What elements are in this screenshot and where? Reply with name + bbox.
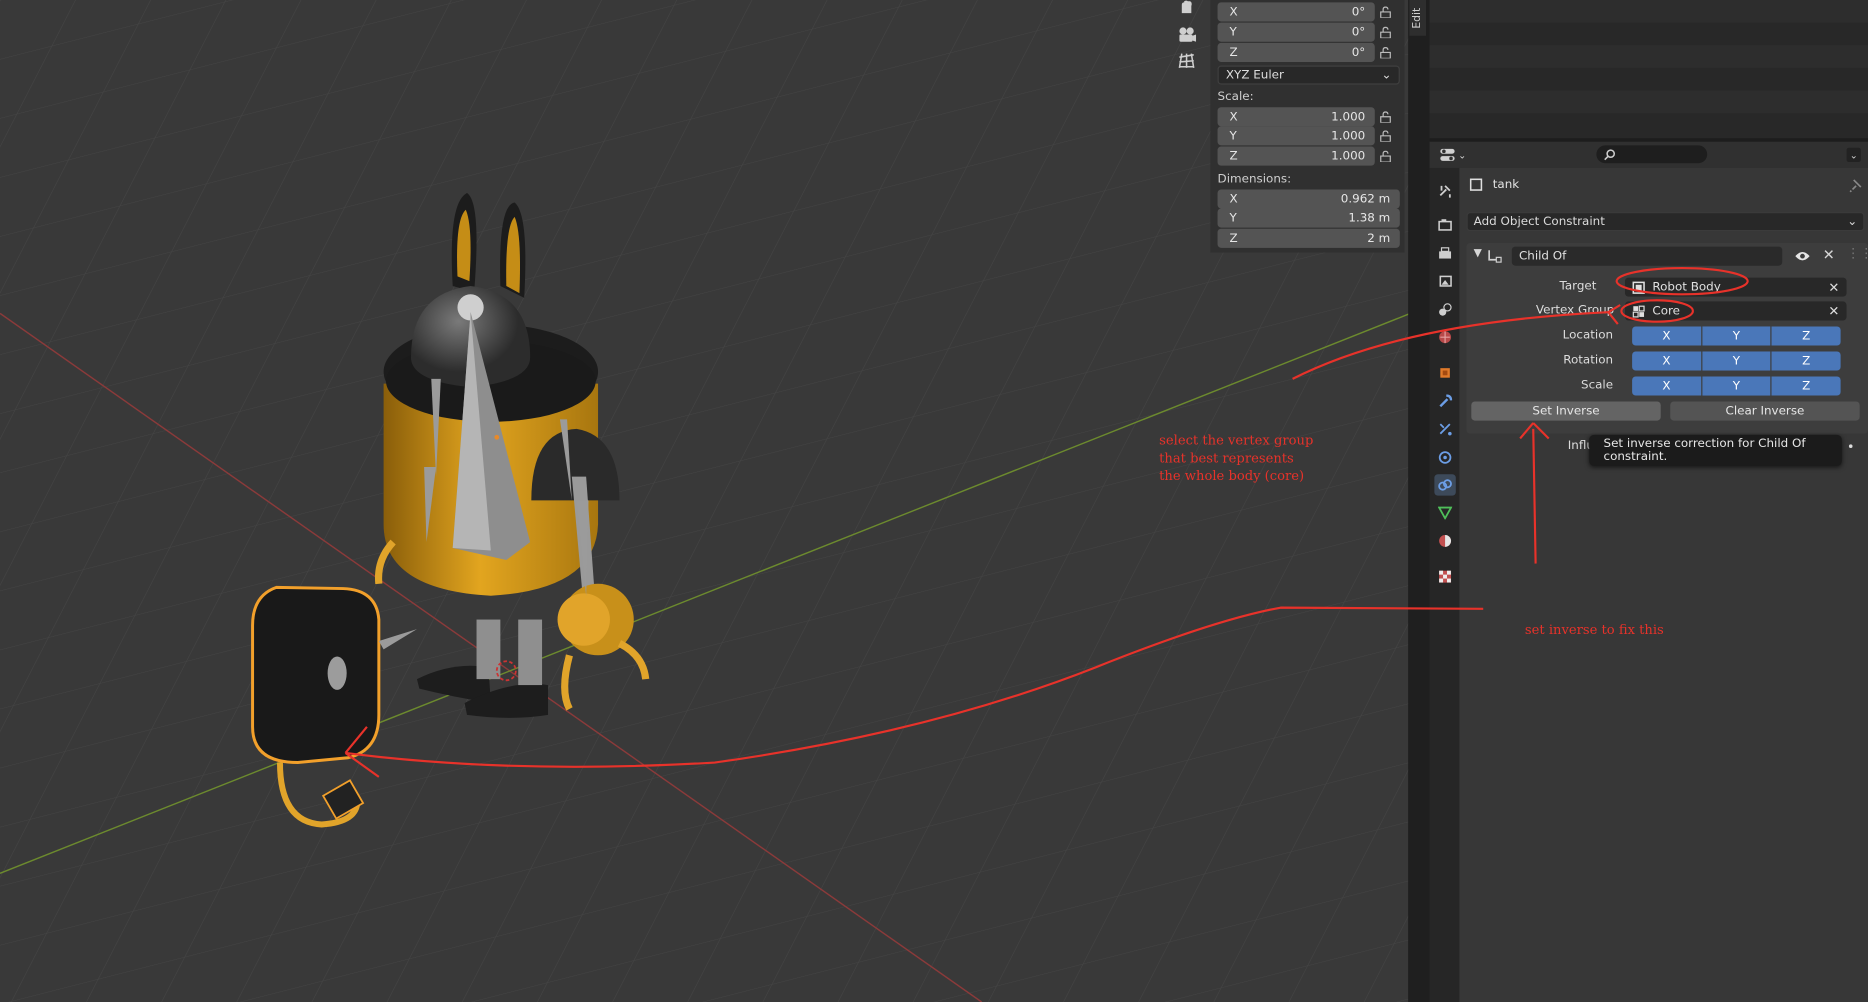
hand-pan-icon[interactable] bbox=[1175, 0, 1199, 14]
sidebar-tab-edit[interactable]: Edit bbox=[1409, 0, 1427, 36]
outliner-row[interactable] bbox=[1429, 0, 1868, 23]
object-icon bbox=[1632, 281, 1645, 294]
rotation-label: Rotation bbox=[1563, 353, 1614, 367]
rotation-x-toggle[interactable]: X bbox=[1632, 351, 1701, 371]
outliner-row[interactable] bbox=[1429, 45, 1868, 68]
drag-handle-icon[interactable]: ⋮⋮ bbox=[1847, 245, 1868, 260]
viewport-scene bbox=[0, 0, 1411, 1002]
location-x-toggle[interactable]: X bbox=[1632, 326, 1701, 346]
scale-axes: X Y Z bbox=[1632, 376, 1841, 396]
editor-type-button[interactable]: ⌄ bbox=[1439, 145, 1468, 164]
location-label: Location bbox=[1562, 328, 1614, 342]
close-icon[interactable]: ✕ bbox=[1823, 247, 1835, 264]
rotation-axes: X Y Z bbox=[1632, 351, 1841, 371]
render-icon[interactable] bbox=[1434, 214, 1455, 235]
set-inverse-tooltip: Set inverse correction for Child Of cons… bbox=[1589, 434, 1842, 466]
object-name: tank bbox=[1492, 178, 1520, 192]
texture-icon[interactable] bbox=[1434, 566, 1455, 587]
world-icon[interactable] bbox=[1434, 326, 1455, 347]
outliner[interactable] bbox=[1429, 0, 1868, 142]
3d-viewport[interactable]: X 0° Y 0° Z 0° XYZ Euler ⌄ Scale: X 1.000 Y 1.… bbox=[0, 0, 1411, 1002]
dimension-y-field[interactable]: Y 1.38 m bbox=[1217, 208, 1400, 228]
sidebar-tab-strip bbox=[1408, 0, 1430, 1002]
data-icon[interactable] bbox=[1434, 502, 1455, 523]
properties-editor-icon bbox=[1440, 148, 1455, 161]
scale-x-field[interactable]: X 1.000 bbox=[1217, 107, 1375, 127]
rotation-mode-dropdown[interactable]: XYZ Euler ⌄ bbox=[1217, 65, 1400, 85]
view-layer-icon[interactable] bbox=[1434, 270, 1455, 291]
lock-icon[interactable] bbox=[1376, 43, 1395, 62]
properties-tabs bbox=[1429, 167, 1460, 1002]
target-field[interactable]: Robot Body ✕ bbox=[1624, 277, 1847, 297]
properties-search-input[interactable] bbox=[1596, 145, 1708, 164]
vertex-group-label: Vertex Group bbox=[1535, 303, 1615, 317]
dimensions-label: Dimensions: bbox=[1217, 172, 1292, 186]
pin-icon[interactable] bbox=[1849, 179, 1863, 198]
scale-label: Scale: bbox=[1217, 90, 1254, 104]
rotation-x-field[interactable]: X 0° bbox=[1217, 2, 1375, 22]
viewport-navigation-gizmo bbox=[1175, 0, 1199, 74]
transform-panel: X 0° Y 0° Z 0° XYZ Euler ⌄ Scale: X 1.000 Y 1.… bbox=[1210, 0, 1405, 253]
scale-y-toggle[interactable]: Y bbox=[1702, 376, 1771, 396]
chevron-down-icon: ⌄ bbox=[1847, 215, 1858, 229]
vertex-group-icon bbox=[1632, 305, 1645, 317]
outliner-row[interactable] bbox=[1429, 90, 1868, 114]
rotation-z-field[interactable]: Z 0° bbox=[1217, 42, 1375, 62]
lock-icon[interactable] bbox=[1376, 107, 1395, 126]
scale-label: Scale bbox=[1581, 378, 1614, 392]
lock-icon[interactable] bbox=[1376, 2, 1395, 21]
clear-vertex-group-icon[interactable]: ✕ bbox=[1828, 303, 1839, 318]
search-icon bbox=[1604, 148, 1616, 160]
clear-inverse-button[interactable]: Clear Inverse bbox=[1670, 401, 1860, 421]
scale-z-field[interactable]: Z 1.000 bbox=[1217, 146, 1375, 166]
dimension-x-field[interactable]: X 0.962 m bbox=[1217, 189, 1400, 209]
constraint-icon[interactable] bbox=[1434, 474, 1456, 496]
object-icon[interactable] bbox=[1434, 362, 1455, 383]
chevron-down-icon: ⌄ bbox=[1458, 149, 1467, 161]
rotation-z-toggle[interactable]: Z bbox=[1771, 351, 1841, 371]
constraint-header: ▼ Child Of ✕ ⋮⋮ bbox=[1467, 243, 1868, 269]
chevron-down-icon: ⌄ bbox=[1381, 68, 1392, 82]
camera-view-icon[interactable] bbox=[1175, 21, 1199, 47]
scene-icon[interactable] bbox=[1434, 299, 1455, 320]
tool-icon[interactable] bbox=[1434, 180, 1455, 201]
physics-icon[interactable] bbox=[1434, 447, 1455, 468]
grid-ortho-icon[interactable] bbox=[1175, 48, 1199, 74]
location-axes: X Y Z bbox=[1632, 326, 1841, 346]
object-name-line: tank bbox=[1469, 178, 1519, 192]
scale-z-toggle[interactable]: Z bbox=[1771, 376, 1841, 396]
scale-x-toggle[interactable]: X bbox=[1632, 376, 1701, 396]
lock-icon[interactable] bbox=[1376, 23, 1395, 42]
object-icon bbox=[1469, 178, 1483, 191]
properties-header: ⌄ ⌄ bbox=[1429, 141, 1868, 168]
add-object-constraint-dropdown[interactable]: Add Object Constraint ⌄ bbox=[1466, 212, 1865, 232]
set-inverse-button[interactable]: Set Inverse bbox=[1471, 401, 1661, 421]
material-icon[interactable] bbox=[1434, 530, 1455, 551]
rotation-y-field[interactable]: Y 0° bbox=[1217, 22, 1375, 42]
lock-icon[interactable] bbox=[1376, 147, 1395, 166]
collapse-triangle-icon[interactable]: ▼ bbox=[1474, 248, 1482, 260]
blender-window: X 0° Y 0° Z 0° XYZ Euler ⌄ Scale: X 1.000 Y 1.… bbox=[0, 0, 1868, 1002]
scale-y-field[interactable]: Y 1.000 bbox=[1217, 126, 1375, 146]
child-of-icon bbox=[1488, 250, 1502, 263]
properties-panel: tank Add Object Constraint ⌄ ▼ Child Of … bbox=[1459, 167, 1868, 1002]
particles-icon[interactable] bbox=[1434, 418, 1455, 439]
annotation-set-inverse-note: set inverse to fix this bbox=[1524, 621, 1664, 638]
eye-icon[interactable] bbox=[1794, 250, 1811, 262]
annotation-vertex-group-note: select the vertex group that best repres… bbox=[1159, 432, 1314, 484]
rotation-y-toggle[interactable]: Y bbox=[1702, 351, 1771, 371]
clear-target-icon[interactable]: ✕ bbox=[1828, 279, 1839, 294]
options-chevron-icon[interactable]: ⌄ bbox=[1846, 147, 1861, 163]
keyframe-dot-icon[interactable] bbox=[1848, 444, 1853, 448]
vertex-group-field[interactable]: Core ✕ bbox=[1624, 301, 1847, 321]
modifier-icon[interactable] bbox=[1434, 391, 1455, 412]
location-y-toggle[interactable]: Y bbox=[1702, 326, 1771, 346]
dimension-z-field[interactable]: Z2 m bbox=[1217, 228, 1400, 248]
child-of-constraint-panel: ▼ Child Of ✕ ⋮⋮ Target Robot Body ✕ Vert… bbox=[1466, 243, 1868, 434]
location-z-toggle[interactable]: Z bbox=[1771, 326, 1841, 346]
constraint-name-field[interactable]: Child Of bbox=[1511, 246, 1783, 266]
lock-icon[interactable] bbox=[1376, 126, 1395, 145]
target-label: Target bbox=[1559, 279, 1597, 294]
output-icon[interactable] bbox=[1434, 243, 1455, 264]
